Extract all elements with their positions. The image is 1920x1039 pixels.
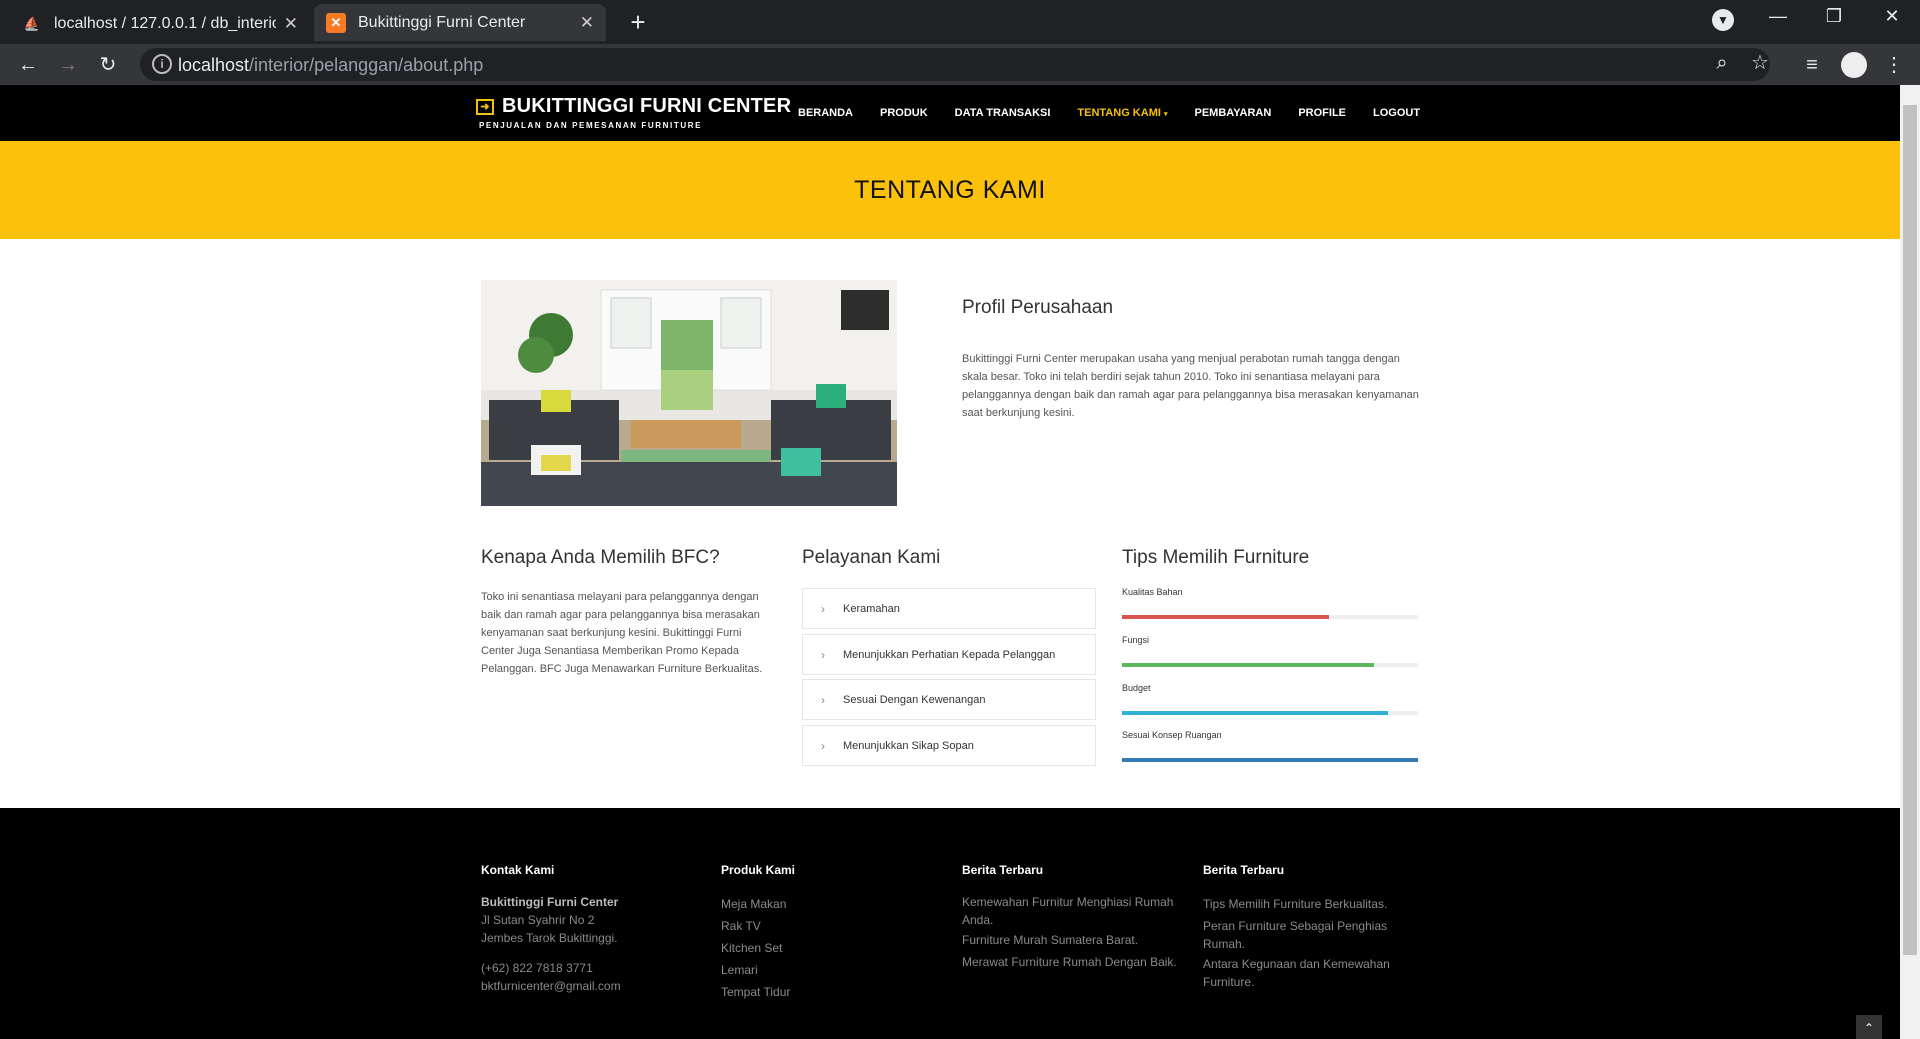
brand-tagline: PENJUALAN DAN PEMESANAN FURNITURE (479, 121, 703, 130)
why-heading: Kenapa Anda Memilih BFC? (481, 547, 720, 568)
brand-logo-icon: ➜ (476, 98, 494, 115)
main-menu: BERANDA PRODUK DATA TRANSAKSI TENTANG KA… (798, 85, 1447, 141)
back-to-top-button[interactable]: ⌃ (1856, 1015, 1882, 1039)
browser-toolbar: ← → ↻ i localhost/interior/pelanggan/abo… (0, 44, 1920, 85)
tip-label: Fungsi (1122, 635, 1150, 645)
menu-pembayaran[interactable]: PEMBAYARAN (1195, 107, 1272, 119)
menu-profile[interactable]: PROFILE (1298, 107, 1346, 119)
forward-icon[interactable]: → (54, 52, 82, 78)
site-brand[interactable]: ➜ BUKITTINGGI FURNI CENTER PENJUALAN DAN … (476, 95, 791, 130)
caret-down-icon: ▾ (1163, 111, 1168, 118)
new-tab-button[interactable]: + (623, 8, 653, 38)
footer-news-link[interactable]: Tips Memilih Furniture Berkualitas. (1203, 895, 1413, 913)
footer-news-link[interactable]: Kemewahan Furnitur Menghiasi Rumah Anda. (962, 893, 1187, 929)
footer-news-link[interactable]: Antara Kegunaan dan Kemewahan Furniture. (1203, 955, 1413, 991)
close-tab-icon[interactable]: ✕ (580, 13, 594, 33)
close-window-button[interactable]: ✕ (1872, 6, 1912, 27)
tab-title: Bukittinggi Furni Center (358, 13, 526, 31)
tip-label: Sesuai Konsep Ruangan (1122, 730, 1222, 740)
info-icon[interactable]: i (152, 54, 172, 74)
page-hero: TENTANG KAMI (0, 141, 1900, 239)
tab-title: localhost / 127.0.0.1 / db_interior (54, 14, 276, 32)
services-heading: Pelayanan Kami (802, 547, 941, 568)
chevron-right-icon: › (821, 601, 825, 616)
tip-label: Budget (1122, 683, 1151, 693)
footer-product-link[interactable]: Meja Makan (721, 895, 786, 913)
chevron-right-icon: › (821, 647, 825, 662)
browser-chrome: ⛵ localhost / 127.0.0.1 / db_interior ✕ … (0, 0, 1920, 85)
footer-company-name: Bukittinggi Furni Center (481, 895, 619, 909)
media-control-icon[interactable]: ≡ (1798, 52, 1826, 78)
footer-product-link[interactable]: Rak TV (721, 917, 761, 935)
tip-progress-fill (1122, 615, 1330, 619)
footer-products-heading: Produk Kami (721, 863, 796, 877)
footer-contact-heading: Kontak Kami (481, 863, 555, 877)
living-room-image (481, 280, 897, 506)
tip-progress-fill (1122, 663, 1374, 667)
service-item-keramahan[interactable]: › Keramahan (802, 588, 1096, 629)
profile-heading: Profil Perusahaan (962, 297, 1114, 318)
profile-text: Bukittinggi Furni Center merupakan usaha… (962, 353, 1419, 419)
footer-news-heading: Berita Terbaru (1203, 863, 1285, 877)
footer-phone: (+62) 822 7818 3771 (481, 961, 593, 975)
tip-progress-bar (1122, 615, 1418, 619)
service-item-sopan[interactable]: › Menunjukkan Sikap Sopan (802, 725, 1096, 766)
back-icon[interactable]: ← (14, 52, 42, 78)
more-menu-icon[interactable]: ⋮ (1880, 52, 1908, 78)
service-item-kewenangan[interactable]: › Sesuai Dengan Kewenangan (802, 679, 1096, 720)
footer-news-link[interactable]: Merawat Furniture Rumah Dengan Baik. (962, 953, 1187, 971)
menu-beranda[interactable]: BERANDA (798, 107, 853, 119)
why-text: Toko ini senantiasa melayani para pelang… (481, 591, 763, 675)
avatar[interactable] (1840, 52, 1868, 85)
minimize-button[interactable]: — (1758, 6, 1798, 27)
restore-button[interactable]: ❐ (1814, 6, 1854, 27)
page-scrollbar[interactable] (1900, 85, 1920, 1039)
footer-product-link[interactable]: Tempat Tidur (721, 983, 790, 1001)
page-viewport: ➜ BUKITTINGGI FURNI CENTER PENJUALAN DAN … (0, 85, 1900, 1039)
url-text: localhost/interior/pelanggan/about.php (178, 55, 484, 75)
site-footer: Kontak Kami Bukittinggi Furni Center Jl … (0, 808, 1900, 1039)
tip-label: Kualitas Bahan (1122, 587, 1183, 597)
phpmyadmin-icon: ⛵ (23, 15, 41, 31)
menu-logout[interactable]: LOGOUT (1373, 107, 1420, 119)
footer-news-link[interactable]: Peran Furniture Sebagai Penghias Rumah. (1203, 917, 1413, 953)
footer-product-link[interactable]: Lemari (721, 961, 758, 979)
tip-progress-bar (1122, 663, 1418, 667)
address-bar[interactable]: i localhost/interior/pelanggan/about.php… (140, 48, 1770, 81)
footer-email[interactable]: bktfurnicenter@gmail.com (481, 977, 621, 995)
browser-tab-active[interactable]: ✕ Bukittinggi Furni Center ✕ (314, 4, 606, 41)
footer-news-heading: Berita Terbaru (962, 863, 1044, 877)
chevron-right-icon: › (821, 738, 825, 753)
service-item-perhatian[interactable]: › Menunjukkan Perhatian Kepada Pelanggan (802, 634, 1096, 675)
tip-progress-fill (1122, 758, 1418, 762)
browser-tab[interactable]: ⛵ localhost / 127.0.0.1 / db_interior ✕ (10, 6, 310, 41)
bookmark-star-icon[interactable]: ☆ (1746, 50, 1774, 76)
profile-menu-icon[interactable]: ▼ (1703, 8, 1743, 31)
tip-progress-bar (1122, 711, 1418, 715)
chevron-right-icon: › (821, 692, 825, 707)
footer-product-link[interactable]: Kitchen Set (721, 939, 782, 957)
footer-address-2: Jembes Tarok Bukittinggi. (481, 931, 618, 945)
brand-name: BUKITTINGGI FURNI CENTER (502, 95, 792, 117)
menu-data-transaksi[interactable]: DATA TRANSAKSI (955, 107, 1051, 119)
reload-icon[interactable]: ↻ (94, 52, 122, 78)
close-tab-icon[interactable]: ✕ (284, 14, 298, 34)
tip-progress-fill (1122, 711, 1389, 715)
zoom-icon[interactable]: ⌕ (1708, 50, 1736, 76)
menu-tentang-kami[interactable]: TENTANG KAMI ▾ (1077, 107, 1167, 119)
footer-address-1: Jl Sutan Syahrir No 2 (481, 913, 595, 927)
tips-heading: Tips Memilih Furniture (1122, 547, 1310, 568)
scrollbar-thumb[interactable] (1903, 105, 1917, 955)
site-navbar: ➜ BUKITTINGGI FURNI CENTER PENJUALAN DAN … (0, 85, 1900, 141)
menu-produk[interactable]: PRODUK (880, 107, 928, 119)
xampp-icon: ✕ (326, 12, 346, 33)
page-title: TENTANG KAMI (854, 176, 1046, 204)
tip-progress-bar (1122, 758, 1418, 762)
footer-news-link[interactable]: Furniture Murah Sumatera Barat. (962, 931, 1187, 949)
